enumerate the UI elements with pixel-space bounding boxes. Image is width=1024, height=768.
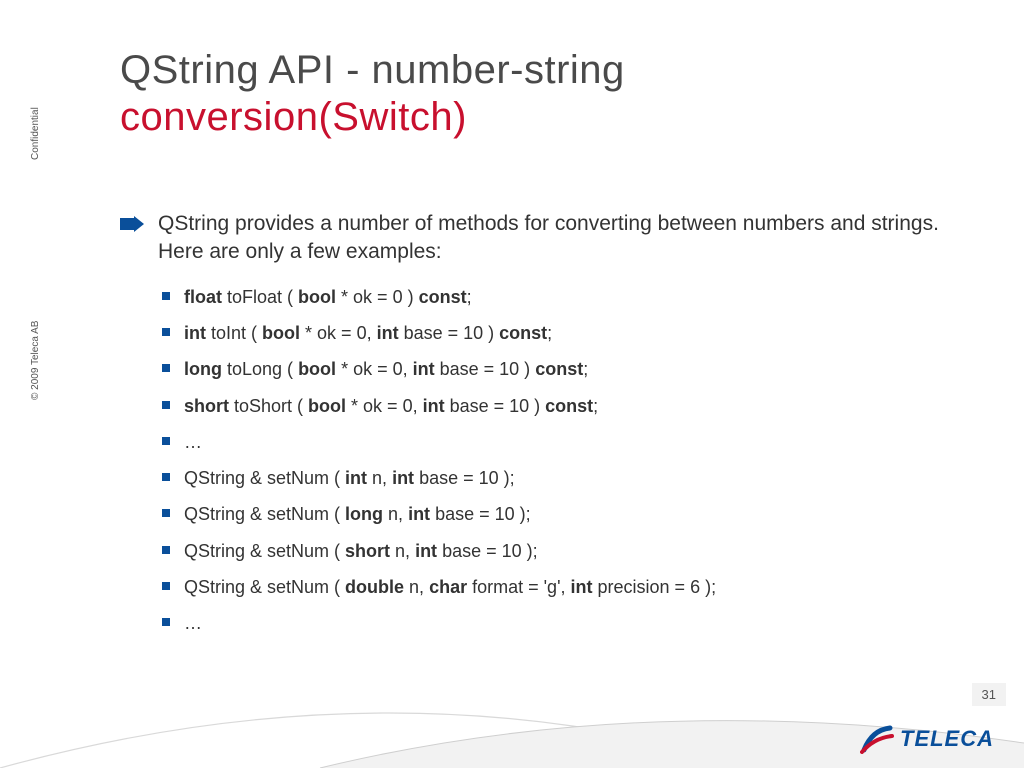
- list-item-text: short toShort ( bool * ok = 0, int base …: [184, 394, 598, 418]
- title-line-2: conversion(Switch): [120, 95, 940, 140]
- square-bullet-icon: [162, 437, 170, 445]
- confidential-label: Confidential: [30, 107, 41, 160]
- square-bullet-icon: [162, 618, 170, 626]
- logo-text: TELECA: [900, 726, 994, 752]
- square-bullet-icon: [162, 582, 170, 590]
- copyright-label: © 2009 Teleca AB: [30, 321, 41, 400]
- list-item: float toFloat ( bool * ok = 0 ) const;: [162, 285, 940, 309]
- square-bullet-icon: [162, 292, 170, 300]
- list-item: QString & setNum ( short n, int base = 1…: [162, 539, 940, 563]
- logo-icon: [860, 724, 894, 754]
- title-line-1: QString API - number-string: [120, 48, 940, 93]
- list-item: QString & setNum ( double n, char format…: [162, 575, 940, 599]
- list-item: short toShort ( bool * ok = 0, int base …: [162, 394, 940, 418]
- square-bullet-icon: [162, 509, 170, 517]
- square-bullet-icon: [162, 546, 170, 554]
- list-item: …: [162, 430, 940, 454]
- square-bullet-icon: [162, 328, 170, 336]
- list-item-text: QString & setNum ( int n, int base = 10 …: [184, 466, 515, 490]
- method-list: float toFloat ( bool * ok = 0 ) const; in…: [162, 285, 940, 636]
- arrow-bullet-icon: [120, 216, 144, 232]
- list-item: …: [162, 611, 940, 635]
- slide-body: QString provides a number of methods for…: [120, 210, 940, 648]
- list-item-text: QString & setNum ( short n, int base = 1…: [184, 539, 538, 563]
- list-item-text: …: [184, 611, 202, 635]
- list-item-text: QString & setNum ( long n, int base = 10…: [184, 502, 531, 526]
- slide: Confidential © 2009 Teleca AB QString AP…: [0, 0, 1024, 768]
- logo: TELECA: [860, 724, 994, 754]
- list-item-text: long toLong ( bool * ok = 0, int base = …: [184, 357, 588, 381]
- square-bullet-icon: [162, 364, 170, 372]
- list-item: QString & setNum ( long n, int base = 10…: [162, 502, 940, 526]
- list-item: int toInt ( bool * ok = 0, int base = 10…: [162, 321, 940, 345]
- page-number: 31: [972, 683, 1006, 706]
- square-bullet-icon: [162, 473, 170, 481]
- list-item-text: QString & setNum ( double n, char format…: [184, 575, 716, 599]
- square-bullet-icon: [162, 401, 170, 409]
- slide-title: QString API - number-string conversion(S…: [120, 48, 940, 140]
- list-item-text: float toFloat ( bool * ok = 0 ) const;: [184, 285, 472, 309]
- list-item: QString & setNum ( int n, int base = 10 …: [162, 466, 940, 490]
- list-item: long toLong ( bool * ok = 0, int base = …: [162, 357, 940, 381]
- intro-row: QString provides a number of methods for…: [120, 210, 940, 267]
- list-item-text: int toInt ( bool * ok = 0, int base = 10…: [184, 321, 552, 345]
- intro-text: QString provides a number of methods for…: [158, 210, 940, 267]
- list-item-text: …: [184, 430, 202, 454]
